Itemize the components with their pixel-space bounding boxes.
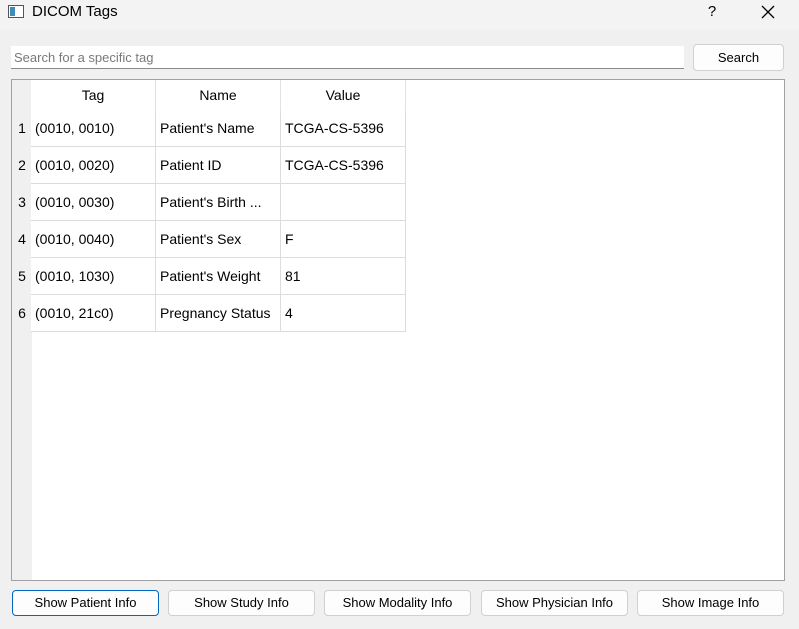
row-number[interactable]: 1 xyxy=(12,110,32,147)
show-patient-info-button[interactable]: Show Patient Info xyxy=(12,590,159,616)
cell-value[interactable] xyxy=(281,184,406,221)
cell-name[interactable]: Patient's Name xyxy=(156,110,281,147)
cell-name[interactable]: Pregnancy Status xyxy=(156,295,281,332)
close-button[interactable] xyxy=(752,0,784,26)
row-number[interactable]: 2 xyxy=(12,147,32,184)
row-header-gutter: 1 2 3 4 5 6 xyxy=(12,80,32,580)
row-number[interactable]: 6 xyxy=(12,295,32,332)
dicom-tag-table: 1 2 3 4 5 6 Tag Name Value (0010, 0010) … xyxy=(11,79,785,581)
column-header-tag[interactable]: Tag xyxy=(31,80,156,110)
cell-name[interactable]: Patient's Sex xyxy=(156,221,281,258)
cell-tag[interactable]: (0010, 21c0) xyxy=(31,295,156,332)
cell-value[interactable]: 4 xyxy=(281,295,406,332)
cell-tag[interactable]: (0010, 0020) xyxy=(31,147,156,184)
cell-name[interactable]: Patient's Weight xyxy=(156,258,281,295)
column-header-name[interactable]: Name xyxy=(156,80,281,110)
close-icon xyxy=(761,5,775,19)
cell-value[interactable]: F xyxy=(281,221,406,258)
show-image-info-button[interactable]: Show Image Info xyxy=(637,590,784,616)
title-bar: DICOM Tags ? xyxy=(0,0,799,30)
window-icon xyxy=(8,5,24,18)
cell-tag[interactable]: (0010, 1030) xyxy=(31,258,156,295)
cell-value[interactable]: TCGA-CS-5396 xyxy=(281,147,406,184)
cell-tag[interactable]: (0010, 0010) xyxy=(31,110,156,147)
cell-tag[interactable]: (0010, 0040) xyxy=(31,221,156,258)
cell-value[interactable]: TCGA-CS-5396 xyxy=(281,110,406,147)
cell-tag[interactable]: (0010, 0030) xyxy=(31,184,156,221)
search-input[interactable] xyxy=(11,46,684,69)
row-number[interactable]: 3 xyxy=(12,184,32,221)
row-number[interactable]: 4 xyxy=(12,221,32,258)
show-modality-info-button[interactable]: Show Modality Info xyxy=(324,590,471,616)
search-button[interactable]: Search xyxy=(693,44,784,71)
row-number[interactable]: 5 xyxy=(12,258,32,295)
column-header-value[interactable]: Value xyxy=(281,80,406,110)
cell-name[interactable]: Patient's Birth ... xyxy=(156,184,281,221)
window-title: DICOM Tags xyxy=(32,3,118,20)
cell-name[interactable]: Patient ID xyxy=(156,147,281,184)
show-study-info-button[interactable]: Show Study Info xyxy=(168,590,315,616)
help-button[interactable]: ? xyxy=(698,0,726,26)
cell-value[interactable]: 81 xyxy=(281,258,406,295)
show-physician-info-button[interactable]: Show Physician Info xyxy=(481,590,628,616)
